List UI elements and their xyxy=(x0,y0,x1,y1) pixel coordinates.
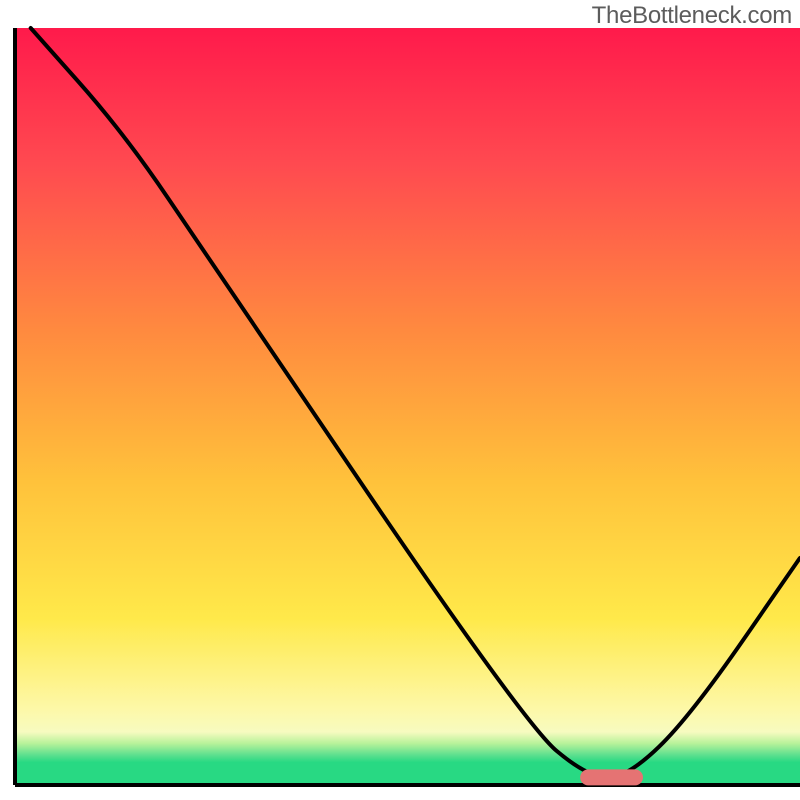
watermark-text: TheBottleneck.com xyxy=(592,2,792,30)
optimum-marker xyxy=(580,769,643,785)
gradient-background xyxy=(15,28,800,785)
chart-container: TheBottleneck.com xyxy=(0,0,800,800)
bottleneck-chart xyxy=(0,0,800,800)
